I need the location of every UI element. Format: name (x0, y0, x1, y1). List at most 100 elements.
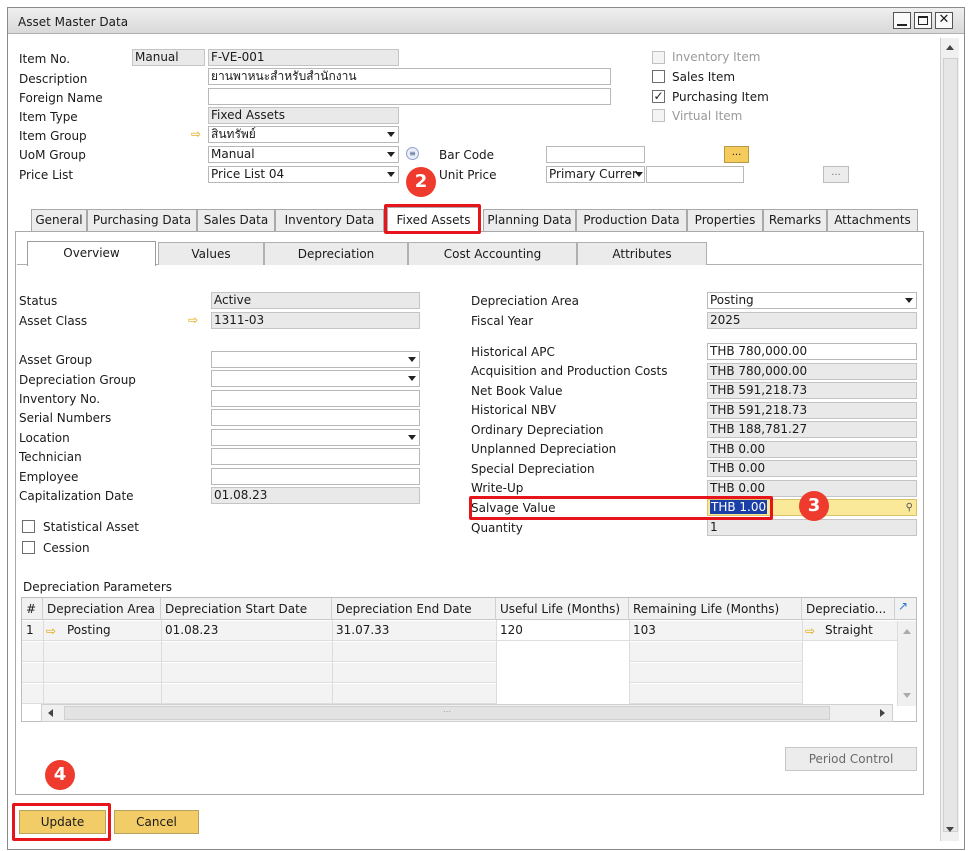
link-arrow-icon[interactable]: ⇨ (46, 625, 59, 637)
item-no-series-select[interactable]: Manual (132, 49, 205, 66)
search-icon[interactable]: ⚲ (906, 500, 913, 515)
bar-code-field[interactable] (546, 146, 645, 163)
technician-field[interactable] (211, 448, 420, 465)
minimize-button[interactable] (893, 12, 911, 29)
close-button[interactable]: ✕ (935, 12, 953, 29)
horizontal-scroll-thumb[interactable]: ⋯ (64, 706, 830, 720)
grid-horizontal-scrollbar[interactable]: ⋯ (41, 704, 893, 722)
serial-numbers-field[interactable] (211, 409, 420, 426)
tab-sales-data[interactable]: Sales Data (197, 209, 275, 231)
purchasing-item-checkbox[interactable]: ✓ (652, 90, 665, 103)
location-select[interactable] (211, 429, 420, 446)
dropdown-arrow-icon (387, 172, 395, 177)
empty-row[interactable] (22, 663, 895, 683)
col-depreciation-start-date[interactable]: Depreciation Start Date (161, 598, 332, 620)
unit-price-field[interactable] (646, 166, 744, 183)
empty-cell[interactable] (496, 663, 629, 683)
title-bar[interactable]: Asset Master Data ✕ (8, 8, 964, 34)
uom-info-icon[interactable]: ≡ (406, 147, 419, 160)
subtab-cost-accounting[interactable]: Cost Accounting (408, 242, 577, 265)
dropdown-arrow-icon (408, 435, 416, 440)
capitalization-date-field[interactable]: 01.08.23 (211, 487, 420, 504)
scroll-down-icon[interactable] (946, 827, 954, 832)
foreign-name-field[interactable] (208, 88, 611, 105)
empty-cell[interactable] (496, 642, 629, 662)
depreciation-area-select[interactable]: Posting (707, 292, 917, 309)
uom-group-select[interactable]: Manual (208, 146, 399, 163)
empty-cell[interactable] (496, 684, 629, 704)
scroll-right-icon[interactable] (880, 709, 885, 717)
tab-attachments[interactable]: Attachments (827, 209, 918, 231)
item-type-field[interactable]: Fixed Assets (208, 107, 399, 124)
link-arrow-icon[interactable]: ⇨ (188, 314, 201, 326)
scroll-up-icon[interactable] (903, 629, 911, 634)
item-no-field[interactable]: F-VE-001 (208, 49, 399, 66)
inventory-no-field[interactable] (211, 390, 420, 407)
empty-row[interactable] (22, 684, 895, 704)
subtab-overview[interactable]: Overview (27, 241, 156, 266)
asset-class-field[interactable]: 1311-03 (211, 312, 420, 329)
depreciation-group-select[interactable] (211, 370, 420, 387)
tab-inventory-data[interactable]: Inventory Data (275, 209, 384, 231)
col-depreciation-end-date[interactable]: Depreciation End Date (332, 598, 496, 620)
fiscal-year-field[interactable]: 2025 (707, 312, 917, 329)
expand-grid-icon[interactable]: ↗ (898, 600, 911, 613)
subtab-depreciation[interactable]: Depreciation (264, 242, 408, 265)
scroll-up-icon[interactable] (946, 45, 954, 50)
tab-production-data[interactable]: Production Data (576, 209, 687, 231)
price-list-select[interactable]: Price List 04 (208, 166, 399, 183)
tab-properties[interactable]: Properties (687, 209, 763, 231)
virtual-item-checkbox[interactable] (652, 109, 665, 122)
table-row[interactable]: 1 ⇨ Posting 01.08.23 31.07.33 120 103 ⇨ … (22, 621, 916, 641)
quantity-field[interactable]: 1 (707, 519, 917, 536)
useful-life-cell[interactable]: 120 (496, 621, 629, 640)
tab-purchasing-data[interactable]: Purchasing Data (87, 209, 197, 231)
vertical-scrollbar[interactable] (940, 38, 959, 841)
historical-nbv-field[interactable]: THB 591,218.73 (707, 402, 917, 419)
inventory-item-checkbox[interactable] (652, 51, 665, 64)
status-field[interactable]: Active (211, 292, 420, 309)
item-group-select[interactable]: สินทรัพย์ (208, 126, 399, 143)
sales-item-checkbox[interactable] (652, 70, 665, 83)
net-book-value-field[interactable]: THB 591,218.73 (707, 382, 917, 399)
asset-group-select[interactable] (211, 351, 420, 368)
description-field[interactable]: ยานพาหนะสำหรับสำนักงาน (208, 68, 611, 85)
grid-vertical-scrollbar[interactable] (897, 621, 916, 706)
col-useful-life[interactable]: Useful Life (Months) (496, 598, 629, 620)
subtab-values[interactable]: Values (158, 242, 264, 265)
subtab-attributes[interactable]: Attributes (577, 242, 707, 265)
unit-price-currency-select[interactable]: Primary Currer (546, 166, 645, 183)
col-row-number[interactable]: # (22, 598, 43, 620)
empty-cell[interactable] (802, 642, 895, 662)
tab-planning-data[interactable]: Planning Data (483, 209, 576, 231)
scroll-down-icon[interactable] (903, 693, 911, 698)
scroll-left-icon[interactable] (48, 709, 53, 717)
statistical-asset-checkbox[interactable] (22, 520, 35, 533)
empty-cell[interactable] (802, 684, 895, 704)
bar-code-browse-button[interactable]: ... (724, 146, 749, 163)
special-depreciation-field[interactable]: THB 0.00 (707, 460, 917, 477)
tab-remarks[interactable]: Remarks (763, 209, 827, 231)
col-depreciation-area[interactable]: Depreciation Area (43, 598, 161, 620)
historical-apc-field[interactable]: THB 780,000.00 (707, 343, 917, 360)
maximize-button[interactable] (914, 12, 932, 29)
step-2-badge: 2 (406, 167, 436, 197)
link-arrow-icon[interactable]: ⇨ (191, 128, 204, 140)
unit-price-browse-button[interactable]: ... (823, 166, 849, 183)
acq-prod-costs-field[interactable]: THB 780,000.00 (707, 363, 917, 380)
ordinary-depreciation-field[interactable]: THB 188,781.27 (707, 421, 917, 438)
cancel-button[interactable]: Cancel (114, 810, 199, 834)
col-remaining-life[interactable]: Remaining Life (Months) (629, 598, 802, 620)
tab-general[interactable]: General (31, 209, 87, 231)
scroll-thumb[interactable] (943, 58, 958, 832)
unit-price-currency-value: Primary Currer (549, 167, 637, 181)
unplanned-depreciation-field[interactable]: THB 0.00 (707, 441, 917, 458)
link-arrow-icon[interactable]: ⇨ (805, 625, 818, 637)
period-control-button[interactable]: Period Control (785, 747, 917, 771)
item-type-label: Item Type (19, 110, 78, 124)
cession-checkbox[interactable] (22, 541, 35, 554)
empty-row[interactable] (22, 642, 895, 662)
col-depreciation-method[interactable]: Depreciatio... (802, 598, 895, 620)
employee-field[interactable] (211, 468, 420, 485)
empty-cell[interactable] (802, 663, 895, 683)
